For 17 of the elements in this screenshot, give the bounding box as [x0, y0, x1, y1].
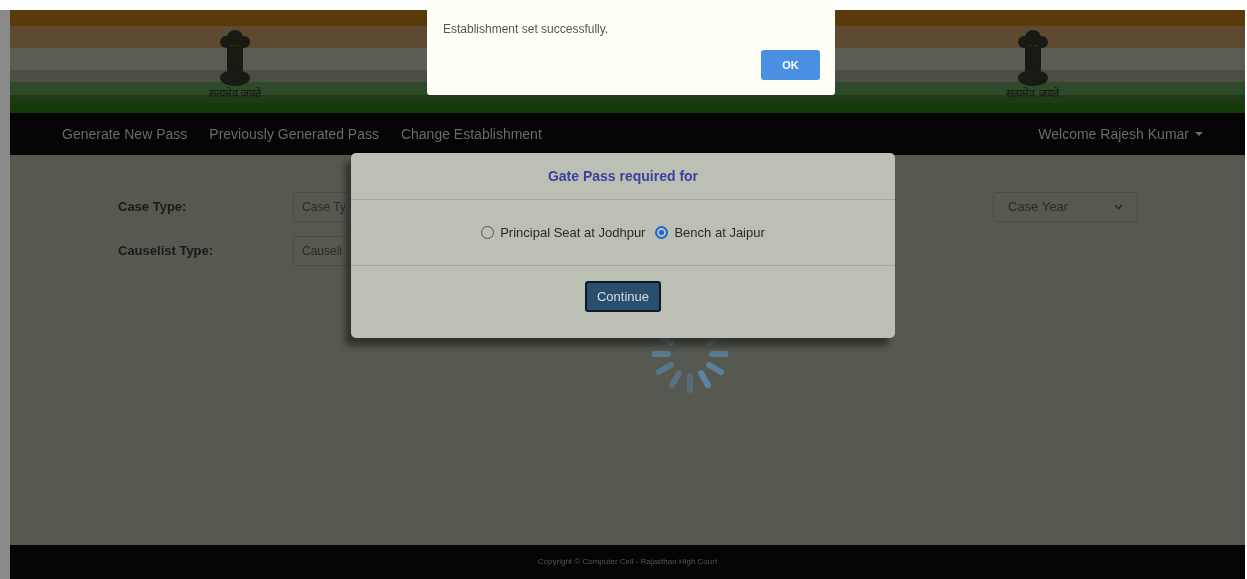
alert-message: Establishment set successfully. [443, 21, 610, 38]
radio-button[interactable] [481, 226, 495, 239]
field-label: Causelist Type: [118, 242, 215, 261]
dialog-title: Gate Pass required for [547, 166, 699, 186]
radio-option[interactable]: Bench at Jaipur [655, 222, 765, 243]
ok-button[interactable]: OK [761, 50, 820, 80]
chevron-icon [1114, 204, 1123, 210]
nav-link[interactable]: Generate New Pass [62, 123, 188, 145]
nav-link[interactable]: Change Establishment [400, 123, 542, 145]
user-menu[interactable]: Welcome Rajesh Kumar [1038, 123, 1203, 145]
radio-button[interactable] [655, 226, 669, 239]
continue-button[interactable]: Continue [584, 281, 661, 312]
copyright-text: Copyright © Computer Cell - Rajasthan High Court [537, 556, 718, 568]
caret-icon [1195, 132, 1203, 136]
nav-link[interactable]: Previously Generated Pass [209, 123, 379, 145]
field-label: Case Type: [118, 198, 188, 217]
radio-option[interactable]: Principal Seat at Jodhpur [481, 222, 646, 243]
